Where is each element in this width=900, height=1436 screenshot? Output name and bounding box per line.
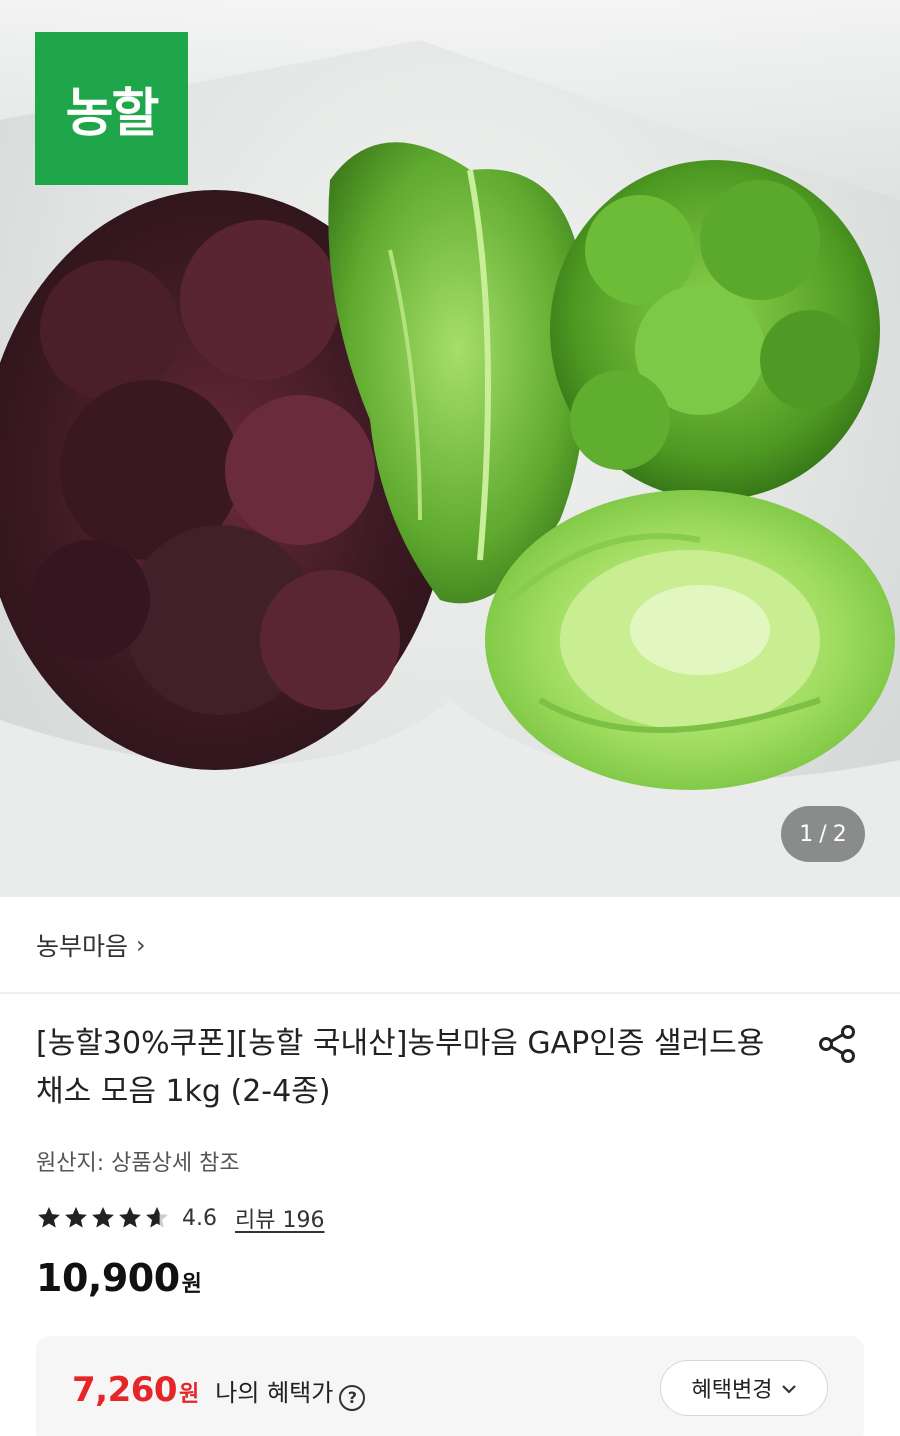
- benefit-change-label: 혜택변경: [691, 1378, 773, 1403]
- benefit-price-row: 7,260 원 나의 혜택가 ?: [72, 1370, 366, 1411]
- star-icon: [146, 1206, 168, 1228]
- price-row: 10,900 원: [36, 1256, 202, 1300]
- page-current: 1: [799, 821, 814, 847]
- share-icon[interactable]: [816, 1024, 860, 1064]
- benefit-price-unit: 원: [179, 1382, 200, 1407]
- page-total: 2: [832, 821, 847, 847]
- price-unit: 원: [181, 1272, 202, 1297]
- help-icon[interactable]: ?: [339, 1384, 366, 1411]
- product-title-block: [농할30%쿠폰][농할 국내산]농부마음 GAP인증 샐러드용 채소 모음 1…: [36, 1020, 796, 1116]
- star-icon: [119, 1206, 141, 1228]
- star-icon: [38, 1206, 60, 1228]
- benefit-change-button[interactable]: 혜택변경: [660, 1360, 828, 1416]
- chevron-down-icon: [782, 1379, 797, 1398]
- image-page-indicator: 1 / 2: [781, 806, 865, 862]
- chevron-right-icon: ›: [136, 930, 146, 959]
- page-separator: /: [819, 821, 827, 847]
- benefit-price: 7,260: [72, 1370, 178, 1410]
- seller-name: 농부마음: [36, 931, 129, 961]
- star-icon: [65, 1206, 87, 1228]
- rating-value: 4.6: [182, 1205, 217, 1231]
- star-icon: [92, 1206, 114, 1228]
- review-link[interactable]: 리뷰 196: [235, 1202, 324, 1234]
- origin-info: 원산지: 상품상세 참조: [36, 1151, 240, 1176]
- benefit-box: 7,260 원 나의 혜택가 ? 혜택변경: [36, 1336, 864, 1436]
- brand-logo: 농할: [35, 32, 188, 185]
- seller-link[interactable]: 농부마음 ›: [0, 897, 900, 994]
- price: 10,900: [36, 1256, 180, 1300]
- benefit-label: 나의 혜택가: [215, 1379, 334, 1407]
- product-image[interactable]: 농할 1 / 2: [0, 0, 900, 897]
- rating-row: 4.6 리뷰 196: [36, 1202, 324, 1234]
- product-title: [농할30%쿠폰][농할 국내산]농부마음 GAP인증 샐러드용 채소 모음 1…: [36, 1026, 765, 1109]
- rating-stars: [36, 1205, 170, 1231]
